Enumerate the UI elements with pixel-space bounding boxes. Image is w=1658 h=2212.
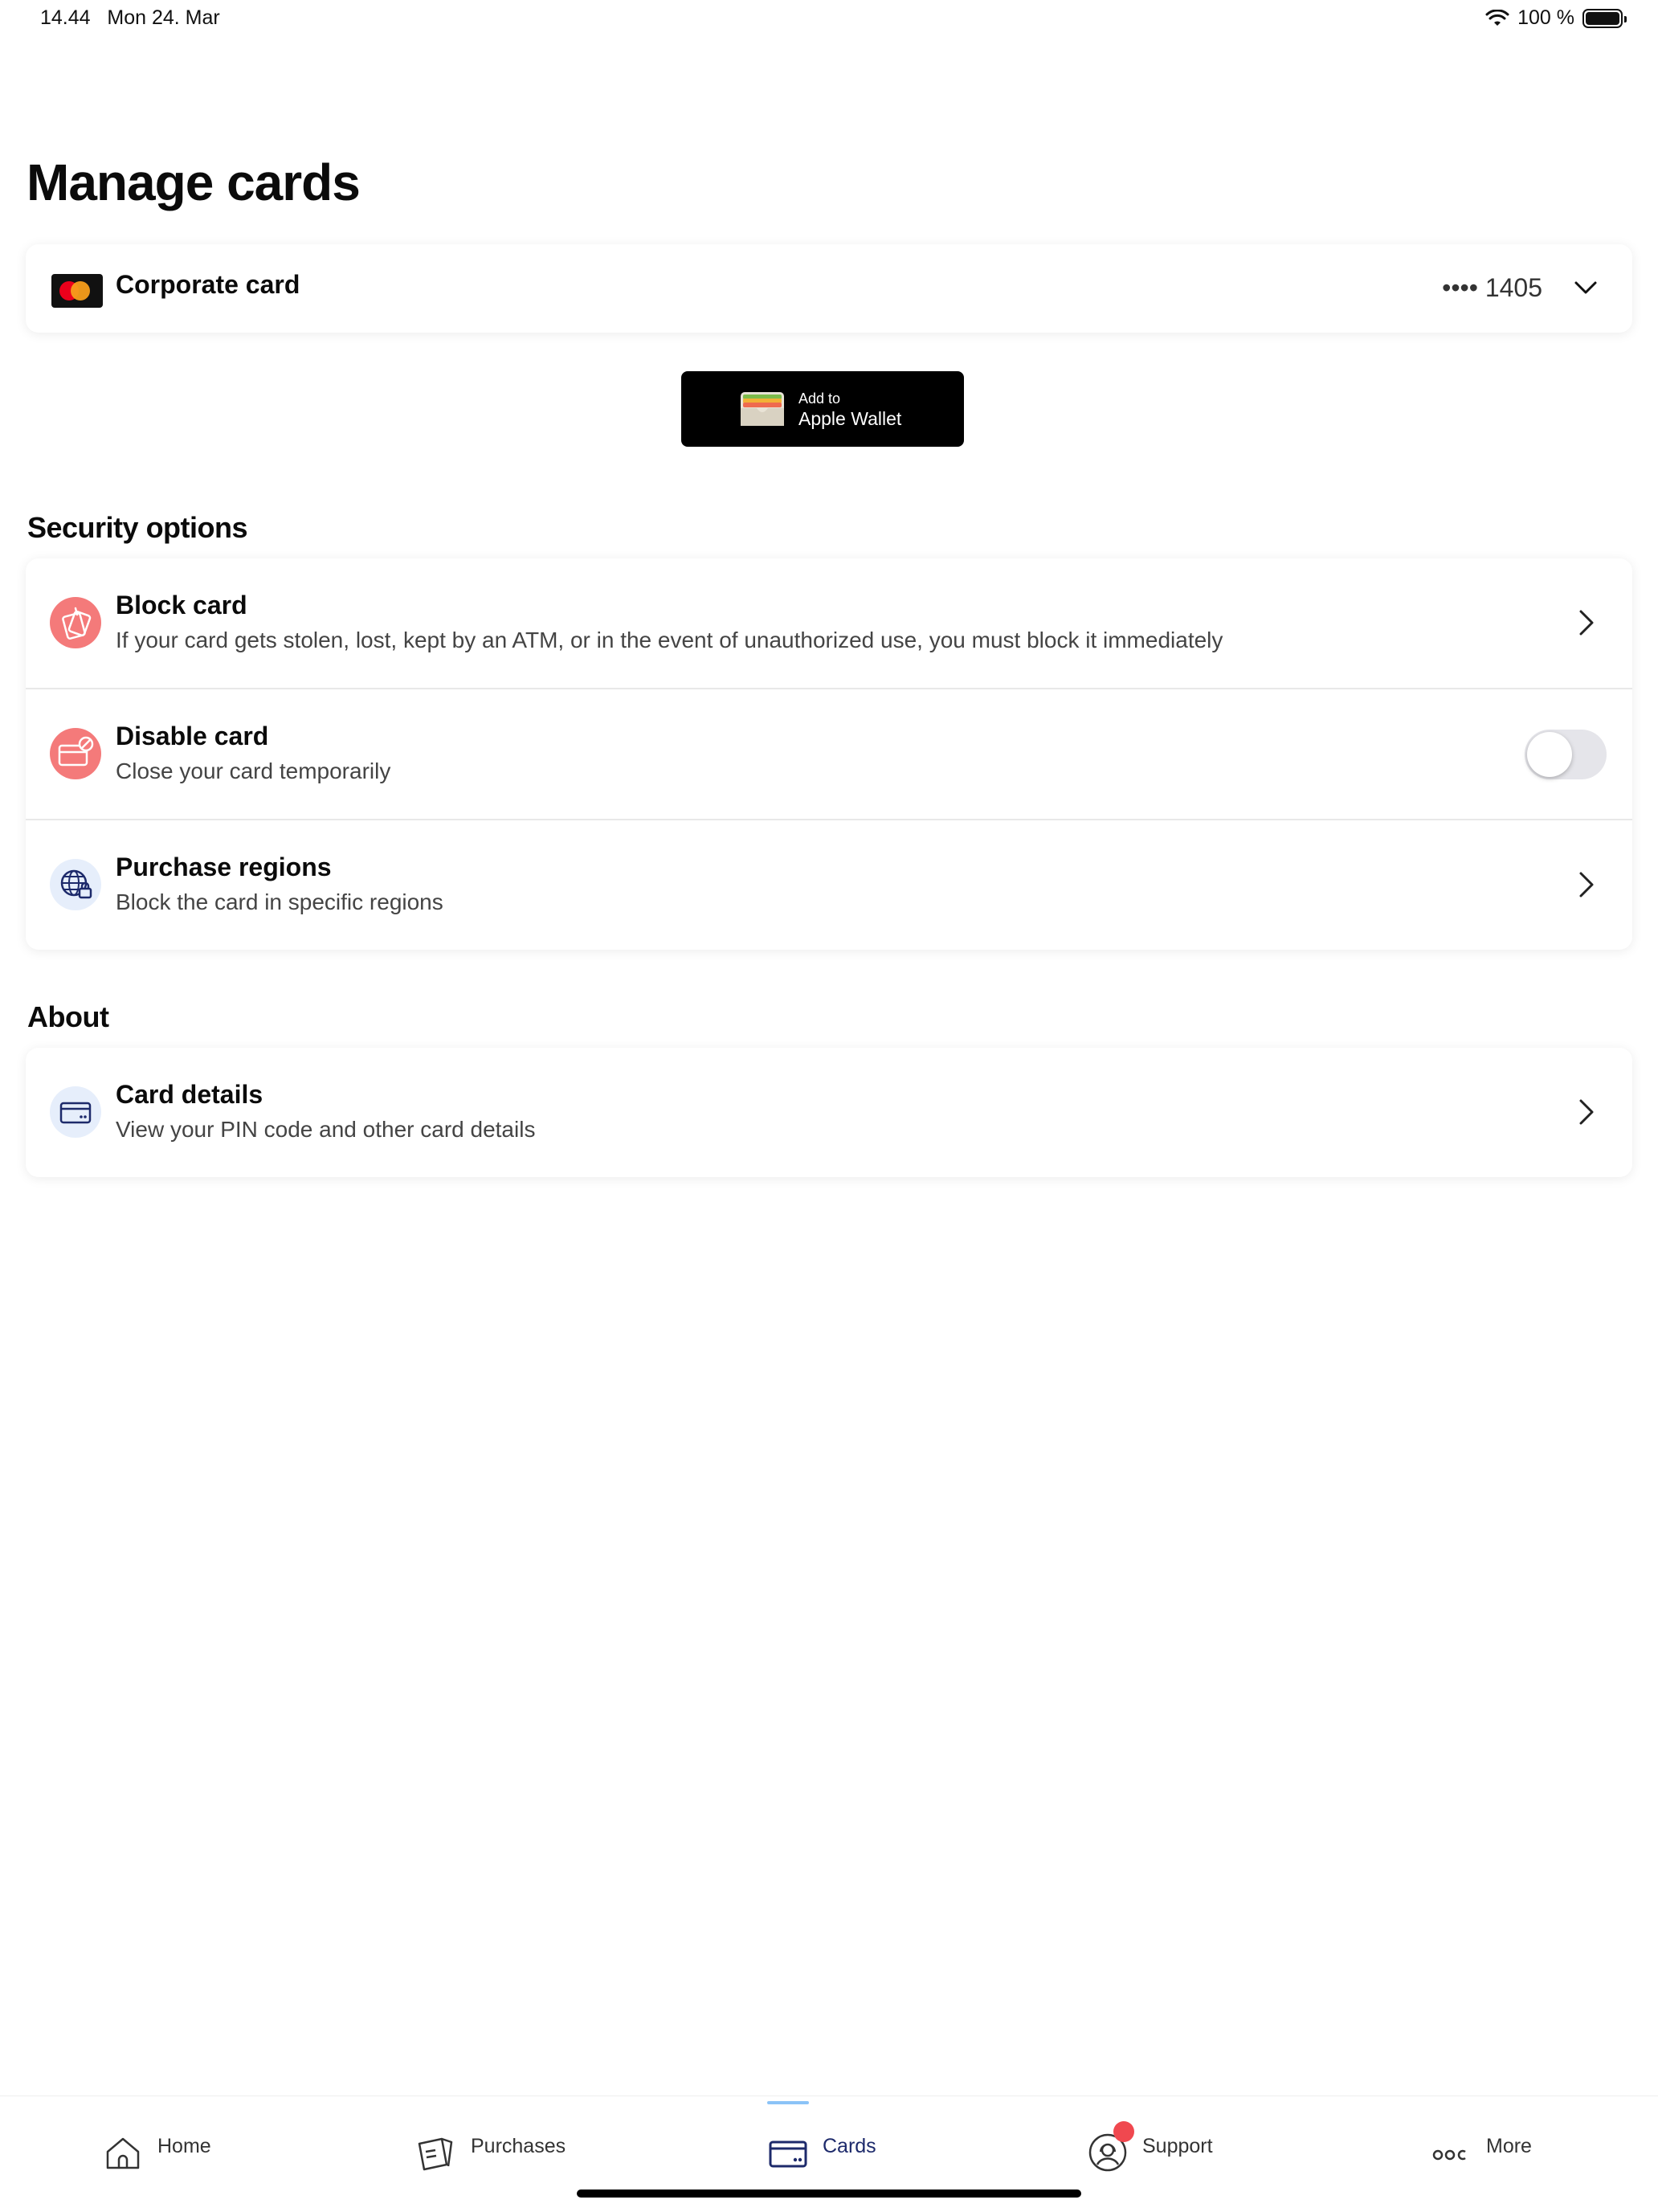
- tab-label: More: [1486, 2134, 1532, 2157]
- clock-date: Mon 24. Mar: [107, 6, 220, 29]
- card-icon: [50, 1086, 101, 1138]
- tab-cards[interactable]: Cards: [766, 2128, 876, 2177]
- page-title: Manage cards: [27, 153, 361, 211]
- clock-time: 14.44: [40, 6, 91, 29]
- about-list: Card details View your PIN code and othe…: [26, 1048, 1632, 1177]
- chevron-right-icon: [1579, 1099, 1594, 1125]
- active-tab-indicator: [767, 2101, 809, 2104]
- toggle-knob: [1527, 732, 1572, 777]
- row-title: Disable card: [116, 722, 269, 750]
- row-subtitle: Block the card in specific regions: [116, 889, 443, 914]
- more-icon: [1432, 2149, 1466, 2161]
- row-subtitle: Close your card temporarily: [116, 758, 391, 783]
- tab-label: Cards: [823, 2134, 876, 2157]
- tab-purchases[interactable]: Purchases: [414, 2128, 566, 2177]
- block-card-icon: [50, 597, 101, 648]
- add-to-apple-wallet-button[interactable]: Add to Apple Wallet: [681, 371, 964, 447]
- chevron-right-icon: [1579, 610, 1594, 636]
- row-subtitle: If your card gets stolen, lost, kept by …: [116, 628, 1223, 652]
- card-name: Corporate card: [116, 270, 300, 299]
- purchase-regions-row[interactable]: Purchase regions Block the card in speci…: [26, 820, 1632, 950]
- disable-card-icon: [50, 728, 101, 779]
- battery-icon: [1582, 8, 1627, 28]
- row-title: Card details: [116, 1080, 263, 1109]
- security-heading: Security options: [27, 511, 248, 544]
- wifi-icon: [1485, 9, 1509, 26]
- globe-lock-icon: [50, 859, 101, 910]
- status-time: 14.44 Mon 24. Mar: [40, 6, 220, 30]
- tab-home[interactable]: Home: [101, 2128, 211, 2177]
- purchases-icon: [418, 2137, 453, 2171]
- tab-label: Purchases: [471, 2134, 566, 2157]
- row-subtitle: View your PIN code and other card detail…: [116, 1117, 536, 1142]
- status-bar: 14.44 Mon 24. Mar 100 %: [0, 0, 1658, 40]
- block-card-row[interactable]: Block card If your card gets stolen, los…: [26, 558, 1632, 689]
- security-options-list: Block card If your card gets stolen, los…: [26, 558, 1632, 950]
- disable-card-row: Disable card Close your card temporarily: [26, 689, 1632, 820]
- card-icon: [769, 2140, 807, 2168]
- tab-more[interactable]: More: [1430, 2128, 1532, 2177]
- card-selector[interactable]: Corporate card •••• 1405: [26, 244, 1632, 333]
- chevron-right-icon: [1579, 872, 1594, 897]
- row-title: Purchase regions: [116, 852, 332, 881]
- home-icon: [106, 2137, 140, 2169]
- card-masked-number: •••• 1405: [1442, 273, 1542, 302]
- home-indicator[interactable]: [577, 2190, 1081, 2198]
- chevron-down-icon[interactable]: [1571, 273, 1600, 302]
- wallet-line2: Apple Wallet: [798, 408, 902, 429]
- battery-percent: 100 %: [1517, 6, 1574, 29]
- tab-label: Support: [1142, 2134, 1213, 2157]
- tab-label: Home: [157, 2134, 211, 2157]
- row-title: Block card: [116, 591, 247, 619]
- disable-card-toggle[interactable]: [1525, 730, 1607, 779]
- about-heading: About: [27, 1000, 109, 1033]
- mastercard-logo-icon: [51, 274, 103, 308]
- status-indicators: 100 %: [1485, 6, 1627, 30]
- wallet-icon: [741, 392, 784, 426]
- card-details-row[interactable]: Card details View your PIN code and othe…: [26, 1048, 1632, 1177]
- notification-badge: [1113, 2121, 1134, 2142]
- tab-support[interactable]: Support: [1086, 2128, 1213, 2177]
- wallet-line1: Add to: [798, 390, 841, 407]
